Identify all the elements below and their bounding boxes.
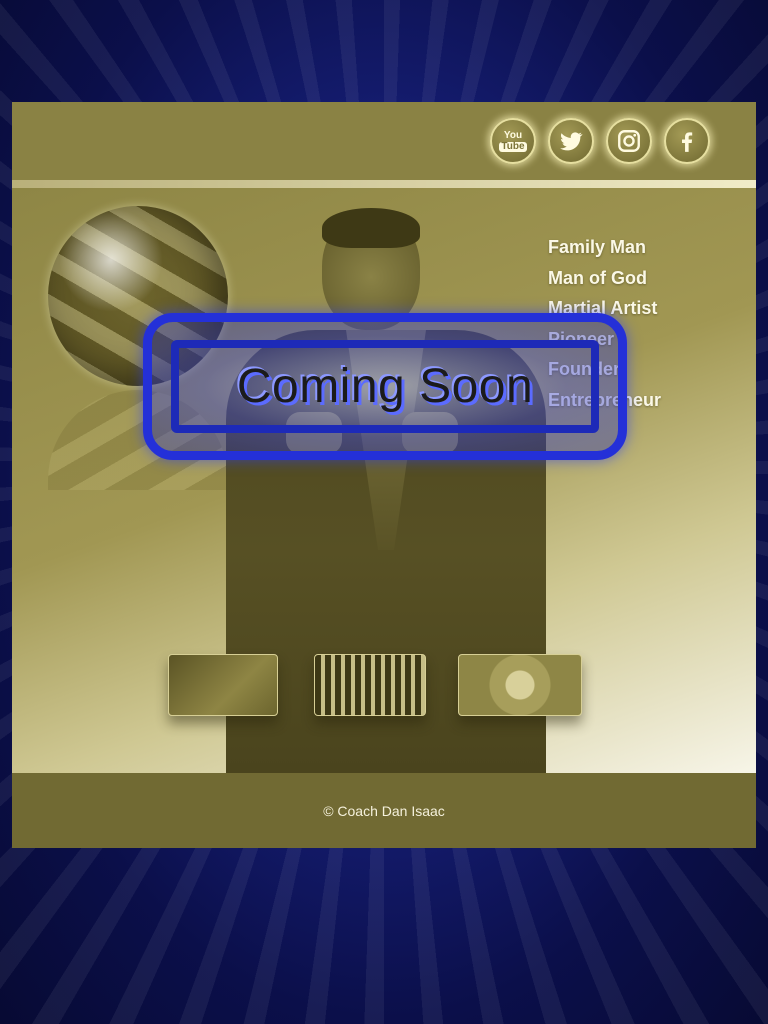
thumbnail-row	[168, 654, 588, 724]
twitter-link[interactable]	[548, 118, 594, 164]
thumbnail-2[interactable]	[314, 654, 426, 716]
top-bar: You Tube	[12, 102, 756, 180]
twitter-icon	[560, 132, 583, 151]
tagline-item: Man of God	[548, 267, 647, 288]
copyright-text: © Coach Dan Isaac	[323, 802, 445, 819]
tagline-item: Family Man	[548, 237, 647, 257]
thumbnail-3[interactable]	[458, 654, 582, 716]
portrait-hair	[322, 208, 420, 248]
youtube-icon: You Tube	[499, 129, 527, 152]
facebook-link[interactable]	[664, 118, 710, 164]
header-divider	[12, 180, 756, 188]
site-frame: You Tube Family Man Man of God Martial A…	[12, 102, 756, 848]
thumbnail-1[interactable]	[168, 654, 278, 716]
instagram-icon	[618, 130, 640, 152]
youtube-link[interactable]: You Tube	[490, 118, 536, 164]
facebook-icon	[682, 132, 693, 152]
coming-soon-frame: Coming Soon	[171, 340, 599, 433]
hero-section: Family Man Man of God Martial Artist Pio…	[12, 188, 756, 773]
youtube-icon-label-bottom: Tube	[499, 140, 527, 152]
social-links: You Tube	[490, 118, 710, 164]
youtube-icon-label-top: You	[503, 129, 523, 141]
footer: © Coach Dan Isaac	[12, 773, 756, 848]
instagram-link[interactable]	[606, 118, 652, 164]
coming-soon-text: Coming Soon	[236, 360, 534, 413]
